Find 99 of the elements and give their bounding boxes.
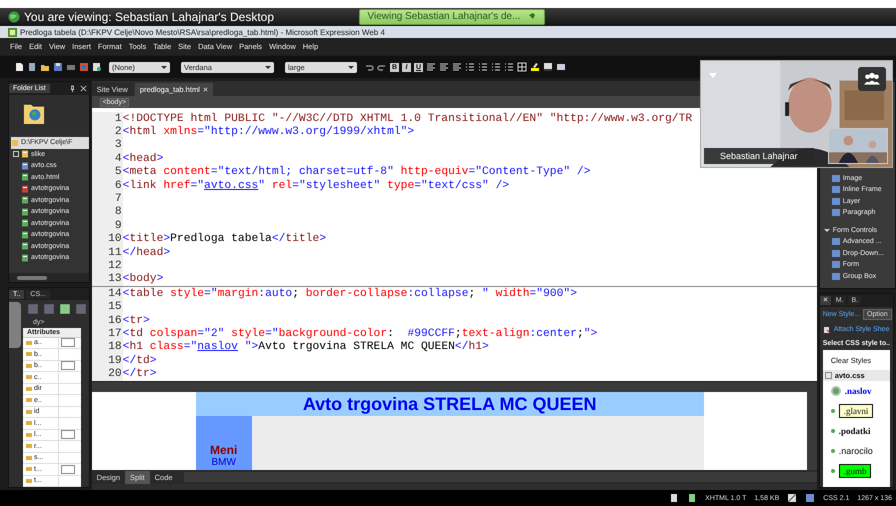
file-icon [21,173,29,182]
menu-title: Meni [210,444,238,457]
line-number: 9 [92,219,123,233]
line-number: 17 [92,327,123,341]
align-icon[interactable] [426,62,436,72]
notification-badge[interactable]: Viewing Sebastian Lahajnar's de... [358,9,546,25]
preview-icon[interactable] [92,62,102,72]
line-number: 7 [92,192,123,206]
file-icon [21,208,29,216]
code-line: <td colspan="2" style="background-color: #99CCFF;text-align:center;"> [122,328,598,340]
new-page-icon[interactable] [14,62,24,72]
app-icon [8,28,17,36]
line-number: 6 [92,178,123,192]
code-line: <!DOCTYPE html PUBLIC "-//W3C//DTD XHTML 1.0 Transitional//EN" "http://www.w3.org/TR [122,112,692,125]
code-line: <h1 class="naslov ">Avto trgovina STRELA MC QUEEN</h1> [122,341,489,354]
line-number: 8 [92,206,123,220]
scrollbar[interactable] [92,381,817,392]
page-icon[interactable] [687,493,698,503]
browser-icon[interactable] [79,62,89,72]
line-number: 13 [92,272,123,286]
page-icon[interactable] [669,493,680,503]
value-field[interactable] [61,430,75,440]
style-preview[interactable]: .podatki [838,426,870,436]
line-number: 3 [92,138,123,152]
pin-icon[interactable] [68,85,76,92]
file-icon [21,184,29,193]
line-number: 1 [92,112,123,126]
align-icon[interactable] [439,62,449,72]
code-line: <html xmlns="http://www.w3.org/1999/xhtml"> [122,126,414,138]
line-number: 11 [92,246,123,260]
line-number: 15 [92,300,123,314]
print-icon[interactable] [66,62,76,72]
style-preview[interactable]: .gumb [838,464,872,478]
close-icon[interactable] [80,85,87,92]
panel-handle[interactable] [9,302,21,348]
file-icon [21,254,29,262]
style-preview[interactable]: .naslov [844,386,872,396]
scrollbar[interactable] [806,392,817,470]
value-field[interactable] [61,338,75,348]
code-line: <body> [122,273,164,286]
code-line: <title>Predloga tabela</title> [122,233,326,246]
scrollbar[interactable] [184,472,817,482]
save-icon[interactable] [53,62,63,72]
value-field[interactable] [61,464,75,474]
file-icon [21,162,29,170]
menu-link[interactable]: BMW [211,457,236,468]
line-number: 18 [92,340,123,354]
panel-tab[interactable] [820,296,831,305]
line-number: 20 [92,367,123,381]
style-preview[interactable]: .glavni [838,404,874,418]
folder-icon [21,150,29,158]
page-icon[interactable] [27,62,37,72]
code-line: <head> [122,152,164,165]
screen-icon[interactable] [805,493,816,503]
close-icon[interactable] [822,297,828,302]
highlight-icon[interactable] [530,62,540,72]
line-number: 14 [92,287,123,300]
notification-text: Viewing Sebastian Lahajnar's de... [368,11,520,23]
list-icon[interactable] [504,62,514,72]
line-number: 4 [92,152,123,166]
globe-icon [8,11,20,23]
code-line: </td> [122,354,157,367]
line-number: 2 [92,125,123,139]
drive-icon [11,138,19,147]
layout-icon[interactable] [556,62,566,72]
viewer-title: You are viewing: Sebastian Lahajnar's Desktop [24,10,274,24]
list-icon[interactable] [491,62,501,72]
align-icon[interactable] [452,62,462,72]
file-icon [21,230,29,239]
line-number: 5 [92,166,123,179]
folder-icon[interactable] [40,62,50,72]
code-line: </head> [122,246,170,259]
code-line: </tr> [122,368,157,380]
line-number: 12 [92,259,123,273]
property-tool-icon[interactable] [59,303,71,316]
stylesheet-icon [822,326,831,334]
file-icon [21,242,29,250]
file-icon [21,219,29,228]
line-number: 19 [92,354,123,368]
image-icon[interactable] [787,493,798,503]
file-icon [21,196,29,204]
code-line: <link href="avto.css" rel="stylesheet" type="text/css" /> [122,180,510,192]
style-preview[interactable]: .narocilo [838,446,873,456]
code-line: <table style="margin:auto; border-collapse:collapse; " width="900"> [122,288,577,300]
scrollbar-thumb[interactable] [17,276,47,280]
border-icon[interactable] [517,62,527,72]
code-line: <meta content="text/html; charset=utf-8" http-equiv="Content-Type" /> [122,166,590,178]
expand-icon[interactable] [13,151,19,158]
value-field[interactable] [61,361,75,370]
list-icon[interactable] [478,62,488,72]
close-icon[interactable] [202,87,208,92]
code-editor[interactable] [92,108,817,381]
list-icon[interactable] [465,62,475,72]
page-heading: Avto trgovina STRELA MC QUEEN [196,392,704,416]
line-number: 16 [92,314,123,328]
code-line: <tr> [122,314,150,327]
line-number: 10 [92,232,123,246]
window-title: Predloga tabela (D:\FKPV Celje\Novo Mesto\RSA\rsa\predloga_tab.html) - Microsoft Expression Web 4 [20,28,385,36]
font-color-icon[interactable] [543,62,553,72]
